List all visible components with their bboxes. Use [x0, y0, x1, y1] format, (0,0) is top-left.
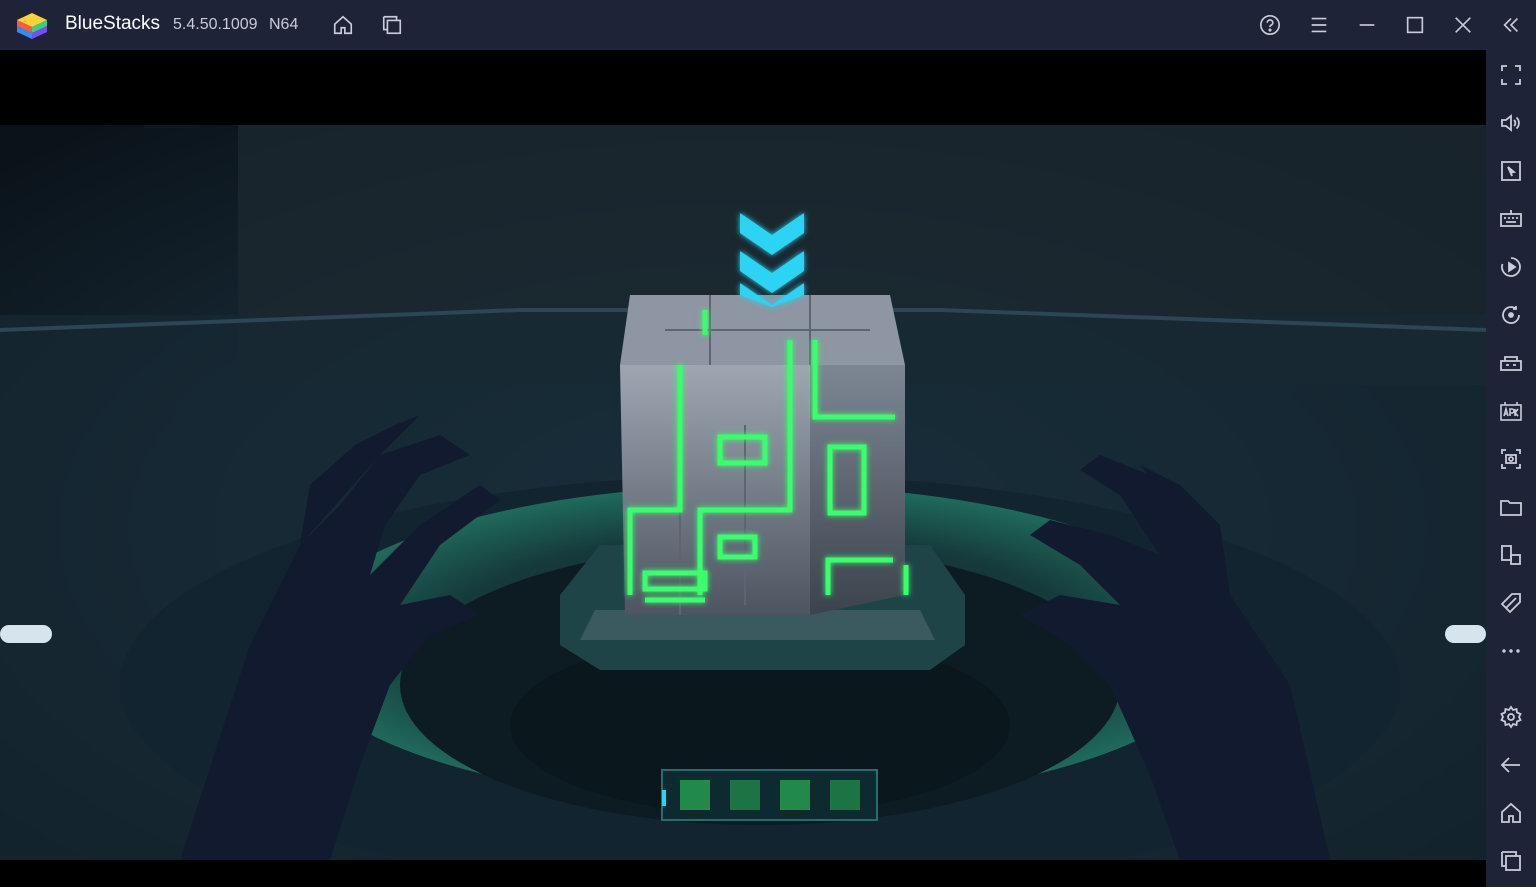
collapse-sidebar-button[interactable] [1496, 10, 1526, 40]
folder-button[interactable] [1496, 492, 1526, 522]
android-home-icon [1501, 802, 1521, 823]
install-apk-icon [1500, 402, 1522, 421]
multi-instance-sync-button[interactable] [1496, 540, 1526, 570]
folder-icon [1500, 500, 1522, 516]
menu-button[interactable] [1304, 10, 1334, 40]
app-name: BlueStacks [65, 13, 161, 34]
help-button[interactable] [1255, 10, 1285, 40]
app-arch: N64 [269, 16, 299, 33]
android-home-button[interactable] [1496, 798, 1526, 828]
multi-instance-icon [382, 15, 402, 35]
collapse-sidebar-icon [1503, 17, 1519, 33]
home-icon [333, 15, 353, 35]
macro-icon [1501, 257, 1521, 277]
game-scene[interactable] [0, 125, 1486, 860]
app-version: 5.4.50.1009 [173, 16, 258, 33]
pointer-icon [1501, 161, 1521, 181]
home-button[interactable] [328, 10, 358, 40]
recent-apps-icon [1501, 851, 1521, 871]
install-apk-button[interactable] [1496, 396, 1526, 426]
maximize-icon [1406, 16, 1424, 34]
game-controls-button[interactable] [1496, 348, 1526, 378]
rotate-icon [1502, 306, 1520, 324]
screenshot-button[interactable] [1496, 444, 1526, 474]
recent-apps-button[interactable] [1496, 846, 1526, 876]
multi-instance-sync-icon [1501, 545, 1521, 565]
close-icon [1455, 17, 1471, 33]
bluestacks-logo-icon [17, 13, 47, 39]
settings-icon [1500, 705, 1522, 729]
eco-mode-button[interactable] [1496, 588, 1526, 618]
macro-button[interactable] [1496, 252, 1526, 282]
loading-bar [661, 769, 878, 821]
title-bar: BlueStacks 5.4.50.1009 N64 [0, 0, 1536, 50]
volume-button[interactable] [1496, 108, 1526, 138]
multi-instance-button[interactable] [377, 10, 407, 40]
game-controls-icon [1500, 356, 1522, 371]
right-sidebar [1486, 50, 1536, 887]
game-artwork [0, 125, 1486, 860]
maximize-button[interactable] [1400, 10, 1430, 40]
more-icon [1502, 649, 1520, 653]
screenshot-icon [1501, 449, 1521, 469]
rotate-button[interactable] [1496, 300, 1526, 330]
fullscreen-icon [1501, 65, 1521, 85]
android-viewport[interactable] [0, 50, 1486, 887]
pointer-button[interactable] [1496, 156, 1526, 186]
back-button[interactable] [1496, 750, 1526, 780]
minimize-icon [1359, 24, 1375, 26]
volume-icon [1501, 114, 1520, 132]
keyboard-icon [1500, 210, 1522, 227]
more-button[interactable] [1496, 636, 1526, 666]
back-icon [1500, 757, 1520, 773]
minimize-button[interactable] [1352, 10, 1382, 40]
help-icon [1260, 15, 1280, 35]
keyboard-button[interactable] [1496, 204, 1526, 234]
loading-bar-fill [662, 790, 666, 806]
settings-button[interactable] [1496, 702, 1526, 732]
fullscreen-button[interactable] [1496, 60, 1526, 90]
menu-icon [1311, 17, 1327, 33]
close-button[interactable] [1448, 10, 1478, 40]
eco-mode-icon [1500, 593, 1521, 614]
